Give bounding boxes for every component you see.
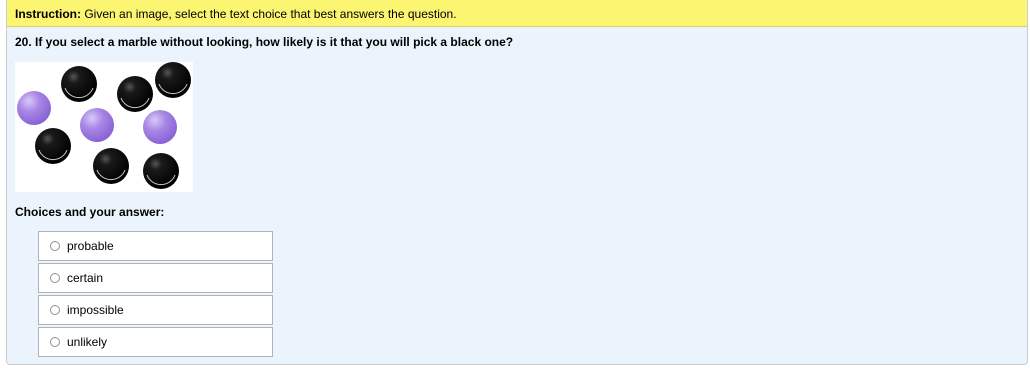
choice-option[interactable]: unlikely [38, 327, 273, 357]
instruction-prefix: Instruction: [15, 7, 81, 21]
radio-button-icon[interactable] [50, 273, 60, 283]
purple-marble [17, 91, 51, 125]
choice-label: probable [67, 239, 114, 253]
black-marble [143, 153, 179, 189]
choice-label: certain [67, 271, 104, 285]
radio-button-icon[interactable] [50, 241, 60, 251]
question-panel: Instruction: Given an image, select the … [6, 0, 1028, 365]
question-text: 20. If you select a marble without looki… [15, 35, 514, 49]
black-marble [93, 148, 129, 184]
choice-label: impossible [67, 303, 124, 317]
purple-marble [143, 110, 177, 144]
black-marble [61, 66, 97, 102]
choices-label: Choices and your answer: [15, 205, 165, 219]
black-marble [117, 76, 153, 112]
radio-button-icon[interactable] [50, 305, 60, 315]
black-marble [35, 128, 71, 164]
purple-marble [80, 108, 114, 142]
choices-list: probable certain impossible unlikely [38, 231, 273, 359]
black-marble [155, 62, 191, 98]
radio-button-icon[interactable] [50, 337, 60, 347]
choice-option[interactable]: certain [38, 263, 273, 293]
instruction-banner: Instruction: Given an image, select the … [7, 0, 1027, 27]
choice-option[interactable]: impossible [38, 295, 273, 325]
choice-option[interactable]: probable [38, 231, 273, 261]
instruction-text: Given an image, select the text choice t… [81, 7, 457, 21]
choice-label: unlikely [67, 335, 108, 349]
marbles-image [15, 62, 193, 192]
